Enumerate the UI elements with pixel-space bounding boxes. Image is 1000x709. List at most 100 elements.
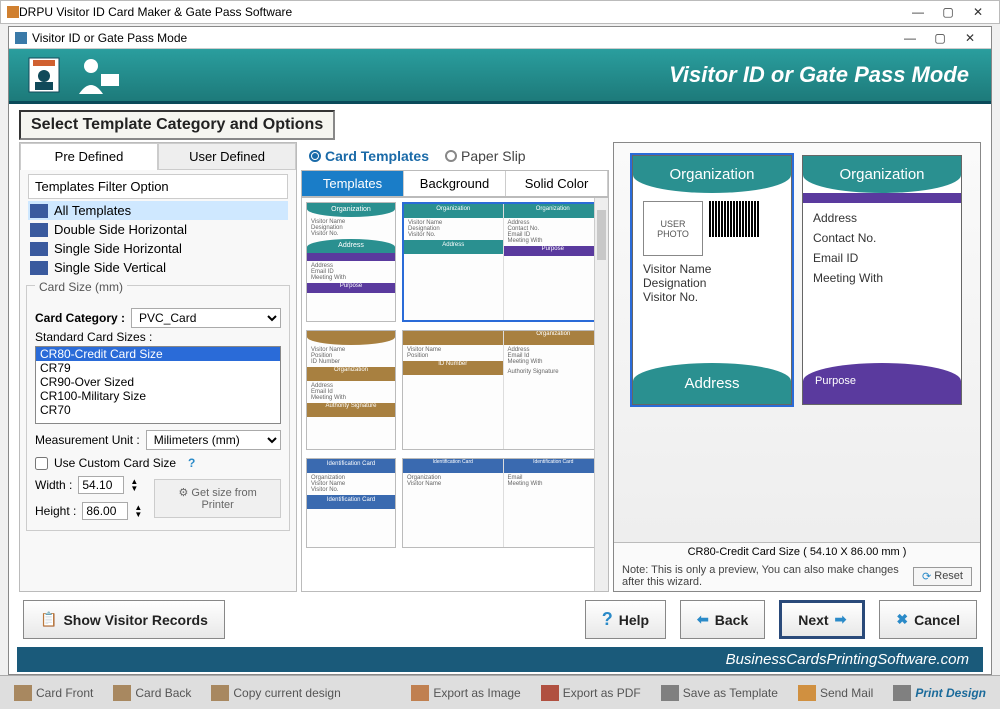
show-visitor-records-button[interactable]: 📋Show Visitor Records xyxy=(23,600,225,639)
preview-panel: Organization USER PHOTO Visitor Name Des… xyxy=(613,142,981,592)
card-category-label: Card Category : xyxy=(35,311,125,325)
visitor-badge-icon xyxy=(21,54,67,96)
user-photo-placeholder: USER PHOTO xyxy=(643,201,703,256)
filter-single-side-v[interactable]: Single Side Vertical xyxy=(28,258,288,277)
sub-close-button[interactable]: ✕ xyxy=(955,31,985,45)
visitor-no-field: Visitor No. xyxy=(643,290,781,304)
printer-icon: ⚙ xyxy=(178,487,188,499)
maximize-button[interactable]: ▢ xyxy=(933,5,963,19)
help-icon[interactable]: ? xyxy=(188,456,195,470)
width-label: Width : xyxy=(35,478,72,492)
contact-field: Contact No. xyxy=(813,231,951,245)
image-icon xyxy=(411,685,429,701)
unit-label: Measurement Unit : xyxy=(35,433,140,447)
titlebar-outer: DRPU Visitor ID Card Maker & Gate Pass S… xyxy=(0,0,1000,24)
template-thumb-6[interactable]: Identification CardOrganizationVisitor N… xyxy=(402,458,604,548)
refresh-icon: ⟳ xyxy=(922,570,931,583)
card-back-footer: Purpose xyxy=(803,363,961,404)
sub-minimize-button[interactable]: — xyxy=(895,31,925,45)
banner-title: Visitor ID or Gate Pass Mode xyxy=(121,62,979,88)
template-thumbnails: Organization Visitor NameDesignationVisi… xyxy=(301,197,609,592)
card-front-icon xyxy=(14,685,32,701)
midtab-solid-color[interactable]: Solid Color xyxy=(506,171,608,196)
template-thumb-1[interactable]: Organization Visitor NameDesignationVisi… xyxy=(306,202,396,322)
template-thumb-4[interactable]: Visitor NamePositionID Number Organizati… xyxy=(402,330,604,450)
subwindow: Visitor ID or Gate Pass Mode — ▢ ✕ Visit… xyxy=(8,26,992,675)
width-input[interactable] xyxy=(78,476,124,494)
bottom-toolbar: Card Front Card Back Copy current design… xyxy=(0,675,1000,709)
get-size-button[interactable]: ⚙ Get size from Printer xyxy=(154,479,281,518)
guard-icon xyxy=(71,54,121,96)
height-label: Height : xyxy=(35,504,76,518)
card-category-select[interactable]: PVC_Card xyxy=(131,308,281,328)
back-button[interactable]: ⬅Back xyxy=(680,600,765,639)
help-button[interactable]: ?Help xyxy=(585,600,666,639)
size-cr79[interactable]: CR79 xyxy=(36,361,280,375)
pdf-icon xyxy=(541,685,559,701)
url-strip: BusinessCardsPrintingSoftware.com xyxy=(17,647,983,672)
section-title: Select Template Category and Options xyxy=(19,110,335,140)
filter-all-templates[interactable]: All Templates xyxy=(28,201,288,220)
barcode-icon xyxy=(709,201,759,237)
cross-icon: ✖ xyxy=(896,611,908,628)
wizard-buttons: 📋Show Visitor Records ?Help ⬅Back Next➡ … xyxy=(9,592,991,647)
mail-icon xyxy=(798,685,816,701)
card-back-header: Organization xyxy=(803,156,961,193)
radio-card-templates[interactable]: Card Templates xyxy=(309,148,429,164)
filter-heading: Templates Filter Option xyxy=(28,174,288,199)
window-title: DRPU Visitor ID Card Maker & Gate Pass S… xyxy=(19,5,292,19)
question-icon: ? xyxy=(602,609,613,630)
midtab-templates[interactable]: Templates xyxy=(302,171,404,196)
size-cr80[interactable]: CR80-Credit Card Size xyxy=(36,347,280,361)
size-cr90[interactable]: CR90-Over Sized xyxy=(36,375,280,389)
sub-maximize-button[interactable]: ▢ xyxy=(925,31,955,45)
preview-card-front[interactable]: Organization USER PHOTO Visitor Name Des… xyxy=(632,155,792,405)
standard-sizes-listbox[interactable]: CR80-Credit Card Size CR79 CR90-Over Siz… xyxy=(35,346,281,424)
template-thumb-5[interactable]: Identification Card OrganizationVisitor … xyxy=(306,458,396,548)
banner: Visitor ID or Gate Pass Mode xyxy=(9,49,991,104)
radio-paper-slip[interactable]: Paper Slip xyxy=(445,148,526,164)
height-input[interactable] xyxy=(82,502,128,520)
meeting-field: Meeting With xyxy=(813,271,951,285)
preview-note: Note: This is only a preview, You can al… xyxy=(622,564,913,588)
thumbnails-scrollbar[interactable] xyxy=(594,198,608,591)
designation-field: Designation xyxy=(643,276,781,290)
card-size-fieldset: Card Size (mm) Card Category : PVC_Card … xyxy=(26,285,290,531)
unit-select[interactable]: Milimeters (mm) xyxy=(146,430,281,450)
minimize-button[interactable]: — xyxy=(903,5,933,19)
filter-double-side-h[interactable]: Double Side Horizontal xyxy=(28,220,288,239)
card-size-legend: Card Size (mm) xyxy=(35,280,127,294)
arrow-right-icon: ➡ xyxy=(835,611,847,628)
preview-size-label: CR80-Credit Card Size ( 54.10 X 86.00 mm… xyxy=(614,542,980,561)
cancel-button[interactable]: ✖Cancel xyxy=(879,600,977,639)
copy-icon xyxy=(211,685,229,701)
template-thumb-2[interactable]: OrganizationVisitor NameDesignationVisit… xyxy=(402,202,604,322)
arrow-left-icon: ⬅ xyxy=(697,611,709,628)
template-icon xyxy=(30,223,48,237)
address-field: Address xyxy=(813,211,951,225)
size-cr100[interactable]: CR100-Military Size xyxy=(36,389,280,403)
subwindow-title: Visitor ID or Gate Pass Mode xyxy=(32,31,187,45)
visitor-name-field: Visitor Name xyxy=(643,262,781,276)
width-spinner[interactable]: ▲▼ xyxy=(130,478,138,492)
template-icon xyxy=(30,261,48,275)
size-cr70[interactable]: CR70 xyxy=(36,403,280,417)
next-button[interactable]: Next➡ xyxy=(779,600,865,639)
subwindow-titlebar: Visitor ID or Gate Pass Mode — ▢ ✕ xyxy=(9,27,991,49)
save-icon xyxy=(661,685,679,701)
height-spinner[interactable]: ▲▼ xyxy=(134,504,142,518)
filter-single-side-h[interactable]: Single Side Horizontal xyxy=(28,239,288,258)
tab-predefined[interactable]: Pre Defined xyxy=(20,143,158,170)
close-button[interactable]: ✕ xyxy=(963,5,993,19)
preview-card-back[interactable]: Organization Address Contact No. Email I… xyxy=(802,155,962,405)
reset-button[interactable]: ⟳Reset xyxy=(913,567,972,586)
custom-size-checkbox[interactable] xyxy=(35,457,48,470)
card-front-header: Organization xyxy=(633,156,791,193)
middle-panel: Card Templates Paper Slip Templates Back… xyxy=(301,142,609,592)
email-field: Email ID xyxy=(813,251,951,265)
app-icon xyxy=(7,6,19,18)
tab-userdefined[interactable]: User Defined xyxy=(158,143,296,170)
print-icon xyxy=(893,685,911,701)
template-thumb-3[interactable]: Visitor NamePositionID Number Organizati… xyxy=(306,330,396,450)
midtab-background[interactable]: Background xyxy=(404,171,506,196)
